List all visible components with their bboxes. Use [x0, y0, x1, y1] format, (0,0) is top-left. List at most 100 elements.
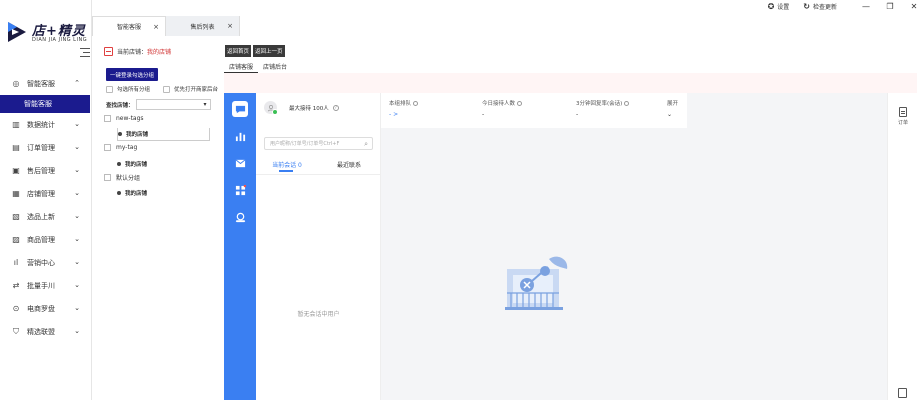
note-icon[interactable] — [898, 388, 907, 398]
menu-toggle-icon[interactable] — [80, 48, 90, 57]
max-receive-label: 最大接待 100人 — [289, 105, 329, 112]
bar-chart-icon[interactable] — [232, 128, 248, 144]
apps-grid-icon[interactable] — [232, 182, 248, 198]
chevron-down-icon: ⌄ — [667, 111, 673, 118]
sidebar-item-batch[interactable]: ⇄ 批量手川 ⌄ — [0, 274, 92, 297]
window-close-button[interactable]: ✕ — [905, 2, 923, 11]
store-search-select[interactable]: ▾ — [135, 99, 211, 110]
checkbox[interactable] — [104, 144, 111, 151]
tab-store-service[interactable]: 店铺客服 — [224, 60, 259, 73]
conversation-tabs: 当前会话 0 最近联系 — [256, 158, 381, 174]
search-icon[interactable]: ⌕ — [364, 140, 368, 149]
order-label: 订单 — [897, 120, 908, 126]
group-default[interactable]: 默认分组 — [104, 173, 140, 182]
chevron-up-icon: ⌃ — [74, 79, 80, 87]
store-item[interactable]: 我的店铺 — [117, 160, 147, 168]
order-panel-button[interactable]: 订单 — [896, 107, 910, 126]
stat-expand[interactable]: 展开 ⌄ — [667, 99, 678, 118]
checkbox[interactable] — [163, 85, 170, 93]
document-icon — [899, 107, 907, 117]
tab-recent-contacts[interactable]: 最近联系 — [318, 158, 380, 174]
checkbox[interactable] — [106, 85, 113, 93]
sidebar-item-goods[interactable]: ▨ 商品管理 ⌄ — [0, 228, 92, 251]
sidebar-item-label: 数据统计 — [27, 120, 55, 129]
help-icon[interactable] — [517, 101, 523, 106]
group-name: my-tag — [116, 144, 138, 151]
group-new-tags[interactable]: new-tags — [104, 115, 144, 122]
sidebar-item-orders[interactable]: ▤ 订单管理 ⌄ — [0, 136, 92, 159]
alliance-icon: ⛉ — [13, 326, 19, 336]
check-all-groups[interactable]: 勾选所有分组 — [106, 85, 150, 93]
sidebar-item-smart-service[interactable]: ◎ 智能客服 ⌃ — [0, 72, 92, 95]
restore-button[interactable]: ❐ — [881, 2, 899, 11]
tab-current-session[interactable]: 当前会话 0 — [256, 158, 318, 174]
stats-bar: 本组排队 - > 今日接待人数 - 3分钟回复率(会话) - 展开 ⌄ — [381, 93, 687, 128]
priority-open-backend[interactable]: 优先打开商家后台 — [163, 85, 218, 93]
store-item[interactable]: 我的店铺 — [117, 189, 147, 197]
back-home-button[interactable]: 返回首页 — [225, 45, 252, 57]
bullet-icon — [117, 191, 121, 195]
sidebar-subitem-smart-service[interactable]: 智能客服 — [0, 95, 90, 113]
expand-label: 展开 — [667, 101, 679, 107]
max-receive: 最大接待 100人 ? — [289, 104, 339, 112]
chat-empty-area — [381, 128, 687, 400]
close-icon[interactable]: × — [153, 23, 159, 31]
help-icon[interactable] — [413, 101, 419, 106]
sidebar-item-label: 商品管理 — [27, 235, 55, 244]
headset-icon: ◎ — [12, 79, 20, 88]
compass-icon: ⊙ — [12, 304, 20, 313]
priority-open-label: 优先打开商家后台 — [174, 87, 219, 93]
conversation-search-input[interactable]: 用户昵称/订单号/订单号Ctrl+F ⌕ — [264, 137, 373, 150]
close-icon[interactable]: × — [227, 22, 233, 30]
sidebar-item-compass[interactable]: ⊙ 电商罗盘 ⌄ — [0, 297, 92, 320]
back-prev-button[interactable]: 返回上一页 — [253, 45, 285, 57]
gear-icon: ✪ — [767, 1, 775, 11]
right-rail: 订单 — [887, 93, 917, 400]
store-item[interactable]: 我的店铺 — [117, 128, 210, 141]
current-store-label: 当前店铺： — [117, 49, 148, 56]
divider — [256, 174, 381, 175]
minimize-button[interactable]: — — [857, 2, 875, 11]
stat-label: 3分钟回复率(会话) — [576, 101, 623, 107]
sidebar-item-alliance[interactable]: ⛉ 精选联盟 ⌄ — [0, 320, 92, 343]
logo-subtitle: DIAN JIA JING LING — [32, 37, 88, 43]
conversation-panel: 最大接待 100人 ? 用户昵称/订单号/订单号Ctrl+F ⌕ 当前会话 0 … — [256, 93, 381, 400]
tab-store-backend[interactable]: 店铺后台 — [258, 60, 292, 73]
stat-value: - — [482, 111, 485, 118]
check-update-label: 检查更新 — [812, 3, 837, 11]
page-nav-buttons: 返回首页 返回上一页 — [225, 45, 287, 57]
help-icon[interactable]: ? — [332, 104, 339, 111]
sidebar-item-label: 订单管理 — [27, 143, 55, 152]
avatar[interactable] — [264, 101, 278, 115]
agent-status: 最大接待 100人 ? — [264, 101, 339, 115]
group-my-tag[interactable]: my-tag — [104, 144, 137, 151]
sidebar-item-data-stats[interactable]: ▥ 数据统计 ⌄ — [0, 113, 92, 136]
chat-bubble-icon[interactable] — [232, 101, 248, 117]
help-icon[interactable] — [624, 101, 630, 106]
checkbox[interactable] — [104, 115, 111, 122]
sidebar-item-label: 电商罗盘 — [27, 304, 55, 313]
tab-bar: 智能客服 × 售后列表 × — [92, 16, 240, 36]
group-name: 默认分组 — [116, 175, 141, 182]
order-icon: ▤ — [12, 143, 20, 152]
checkbox[interactable] — [104, 174, 111, 181]
sidebar-nav: ◎ 智能客服 ⌃ 智能客服 ▥ 数据统计 ⌄ ▤ 订单管理 ⌄ ▣ 售后管理 ⌄… — [0, 72, 92, 343]
agent-icon[interactable] — [232, 209, 248, 225]
tab-smart-service[interactable]: 智能客服 × — [92, 16, 166, 36]
store-name: 我的店铺 — [125, 191, 148, 197]
stat-value[interactable]: - > — [389, 111, 418, 118]
sidebar-item-marketing[interactable]: ıl 营销中心 ⌄ — [0, 251, 92, 274]
login-selected-groups-button[interactable]: 一键登录勾选分组 — [106, 68, 158, 81]
mail-icon[interactable] — [232, 155, 248, 171]
check-update-button[interactable]: ↻ 检查更新 — [803, 2, 837, 11]
refresh-icon: ↻ — [803, 1, 810, 11]
tab-aftersale-list[interactable]: 售后列表 × — [166, 16, 240, 36]
group-name: new-tags — [116, 115, 144, 122]
sidebar-item-store-manage[interactable]: ▦ 店铺管理 ⌄ — [0, 182, 92, 205]
sidebar-item-product-select[interactable]: ▧ 选品上新 ⌄ — [0, 205, 92, 228]
sub-tabs: 店铺客服 店铺后台 — [224, 60, 292, 73]
sidebar-item-label: 批量手川 — [27, 281, 55, 290]
settings-button[interactable]: ✪ 设置 — [768, 2, 790, 11]
stat-reply-rate: 3分钟回复率(会话) - — [576, 99, 630, 118]
sidebar-item-aftersale[interactable]: ▣ 售后管理 ⌄ — [0, 159, 92, 182]
